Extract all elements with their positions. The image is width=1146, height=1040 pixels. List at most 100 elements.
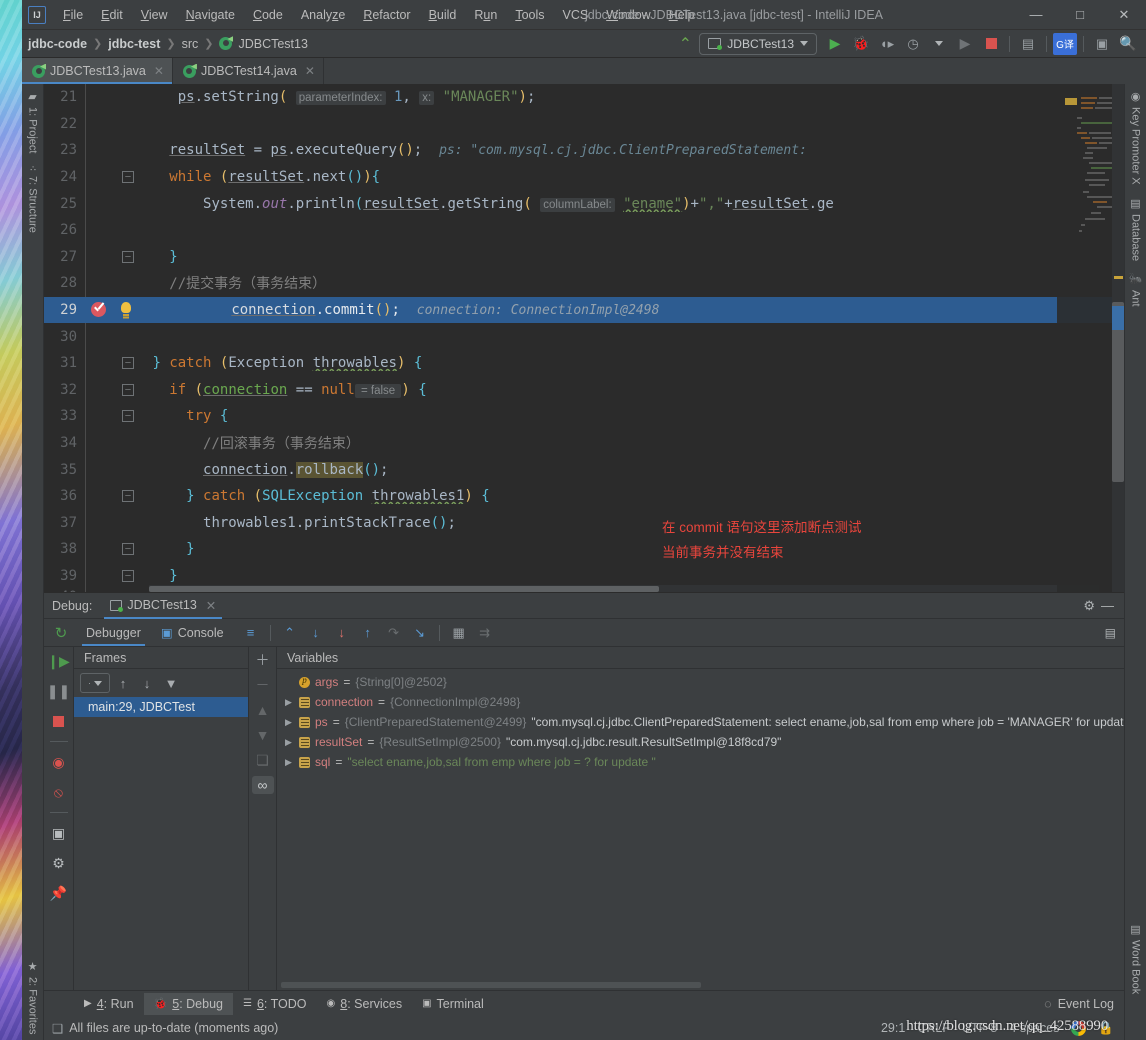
- menu-navigate[interactable]: Navigate: [177, 4, 244, 26]
- frame-up-icon[interactable]: ↑: [112, 672, 134, 694]
- gutter[interactable]: [86, 270, 142, 297]
- sidebar-item-project[interactable]: ▰ 1: Project: [26, 84, 39, 159]
- gutter[interactable]: –: [86, 350, 142, 377]
- bottom-item-services[interactable]: ◉ 8: Services: [317, 993, 413, 1015]
- variable-row[interactable]: ▶ sql = "select ename,job,sal from emp w…: [277, 752, 1124, 772]
- show-execution-point-icon[interactable]: ≡: [240, 622, 262, 644]
- code-line[interactable]: 38 – }: [44, 536, 1124, 563]
- code-line[interactable]: 31 – } catch (Exception throwables) {: [44, 350, 1124, 377]
- gutter[interactable]: [86, 137, 142, 164]
- breadcrumb-item-3[interactable]: JDBCTest13: [238, 37, 307, 51]
- close-icon[interactable]: ✕: [154, 64, 164, 78]
- variable-row[interactable]: ▶ resultSet = {ResultSetImpl@2500} "com.…: [277, 732, 1124, 752]
- fold-icon[interactable]: –: [122, 410, 134, 423]
- fold-icon[interactable]: –: [122, 489, 134, 502]
- stop-icon[interactable]: [48, 711, 70, 731]
- sidebar-item-key-promoter[interactable]: ◉ Key Promoter X: [1129, 84, 1142, 191]
- move-up-icon[interactable]: ▲: [252, 701, 274, 719]
- scrollbar-thumb[interactable]: [149, 586, 659, 592]
- translate-icon[interactable]: G译: [1053, 32, 1077, 55]
- code-line[interactable]: 32 – if (connection == null = false ) {: [44, 377, 1124, 404]
- menu-vcs[interactable]: VCS: [554, 4, 598, 26]
- variables-horizontal-scrollbar[interactable]: [277, 982, 1124, 990]
- menu-build[interactable]: Build: [420, 4, 466, 26]
- rerun-icon[interactable]: ▶: [953, 33, 977, 55]
- screenshot-icon[interactable]: ▣: [48, 823, 70, 843]
- gutter[interactable]: [86, 323, 142, 350]
- stripe-mark-warning[interactable]: [1114, 276, 1123, 279]
- caret-position[interactable]: 29:1: [881, 1021, 905, 1035]
- run-coverage-icon[interactable]: ◖▸: [875, 33, 899, 55]
- expand-icon[interactable]: ▶: [285, 697, 294, 708]
- fold-icon[interactable]: –: [122, 543, 134, 556]
- gutter[interactable]: [86, 430, 142, 457]
- menu-window[interactable]: Window: [597, 4, 659, 26]
- file-encoding[interactable]: UTF-8: [962, 1021, 997, 1035]
- editor-horizontal-scrollbar[interactable]: [149, 585, 1099, 592]
- menu-refactor[interactable]: Refactor: [354, 4, 419, 26]
- sidebar-item-database[interactable]: ▤ Database: [1129, 191, 1142, 267]
- layout-settings-icon[interactable]: ▤: [1105, 626, 1116, 640]
- gutter[interactable]: [86, 456, 142, 483]
- gutter[interactable]: –: [86, 536, 142, 563]
- menu-edit[interactable]: Edit: [92, 4, 132, 26]
- close-icon[interactable]: ✕: [206, 598, 216, 613]
- force-step-into-icon[interactable]: ↓: [331, 622, 353, 644]
- code-line[interactable]: 36 – } catch (SQLException throwables1) …: [44, 483, 1124, 510]
- menu-code[interactable]: Code: [244, 4, 292, 26]
- code-line[interactable]: 27 – }: [44, 244, 1124, 271]
- gutter[interactable]: –: [86, 377, 142, 404]
- fold-icon[interactable]: –: [122, 383, 134, 396]
- frame-down-icon[interactable]: ↓: [136, 672, 158, 694]
- code-line[interactable]: 25 System.out.println(resultSet.getStrin…: [44, 190, 1124, 217]
- code-line[interactable]: 35 connection.rollback();: [44, 456, 1124, 483]
- view-breakpoints-icon[interactable]: ◉: [48, 752, 70, 772]
- tab-jdbctest14[interactable]: JDBCTest14.java ✕: [173, 58, 324, 84]
- tab-jdbctest13[interactable]: JDBCTest13.java ✕: [22, 58, 173, 84]
- bottom-item-todo[interactable]: ☰ 6: TODO: [233, 993, 317, 1015]
- code-line[interactable]: 37 throwables1.printStackTrace();: [44, 510, 1124, 537]
- pause-program-icon[interactable]: ❚❚: [47, 681, 70, 701]
- expand-icon[interactable]: ▶: [285, 717, 294, 728]
- copy-value-icon[interactable]: ❏: [252, 751, 274, 769]
- hide-icon[interactable]: —: [1101, 598, 1114, 613]
- menu-view[interactable]: View: [132, 4, 177, 26]
- menu-tools[interactable]: Tools: [506, 4, 553, 26]
- editor-error-stripe[interactable]: [1112, 84, 1124, 592]
- breakpoint-icon[interactable]: [91, 301, 106, 317]
- settings-icon[interactable]: ⇉: [474, 622, 496, 644]
- thread-selector[interactable]: ·: [80, 673, 110, 693]
- step-out-icon[interactable]: ↑: [357, 622, 379, 644]
- variable-row[interactable]: args = {String[0]@2502}: [277, 672, 1124, 692]
- sidebar-item-structure[interactable]: ⁖ 7: Structure: [26, 159, 39, 238]
- bottom-item-debug[interactable]: 🐞 5: Debug: [143, 992, 233, 1015]
- sidebar-item-favorites[interactable]: ★ 2: Favorites: [26, 954, 39, 1040]
- remove-watch-icon[interactable]: －: [252, 676, 274, 694]
- gutter[interactable]: –: [86, 483, 142, 510]
- variables-list[interactable]: args = {String[0]@2502} ▶ connection = {…: [277, 669, 1124, 982]
- breadcrumb-item-0[interactable]: jdbc-code: [28, 37, 87, 51]
- search-everywhere-icon[interactable]: 🔍: [1116, 33, 1140, 55]
- line-separator[interactable]: CRLF: [917, 1021, 950, 1035]
- move-down-icon[interactable]: ▼: [252, 726, 274, 744]
- expand-icon[interactable]: ▶: [285, 757, 294, 768]
- gutter[interactable]: [86, 584, 142, 592]
- fold-icon[interactable]: –: [122, 569, 134, 582]
- minimize-button[interactable]: —: [1014, 0, 1058, 30]
- settings-icon[interactable]: ⚙: [48, 853, 70, 873]
- fold-icon[interactable]: –: [122, 356, 134, 369]
- add-watch-icon[interactable]: ＋: [252, 651, 274, 669]
- step-into-icon[interactable]: ↓: [305, 622, 327, 644]
- menu-run[interactable]: Run: [465, 4, 506, 26]
- gutter[interactable]: –: [86, 403, 142, 430]
- gutter[interactable]: –: [86, 164, 142, 191]
- google-icon[interactable]: [1071, 1020, 1087, 1036]
- open-terminal-icon[interactable]: ▣: [1090, 33, 1114, 55]
- rerun-icon[interactable]: ↻: [46, 619, 76, 647]
- profile-icon[interactable]: ◷: [901, 33, 925, 55]
- close-button[interactable]: ✕: [1102, 0, 1146, 30]
- chevron-down-icon[interactable]: [927, 33, 951, 55]
- debug-icon[interactable]: 🐞: [849, 33, 873, 55]
- intention-bulb-icon[interactable]: [121, 301, 131, 316]
- bottom-item-run[interactable]: ▶ 4: Run: [74, 993, 144, 1015]
